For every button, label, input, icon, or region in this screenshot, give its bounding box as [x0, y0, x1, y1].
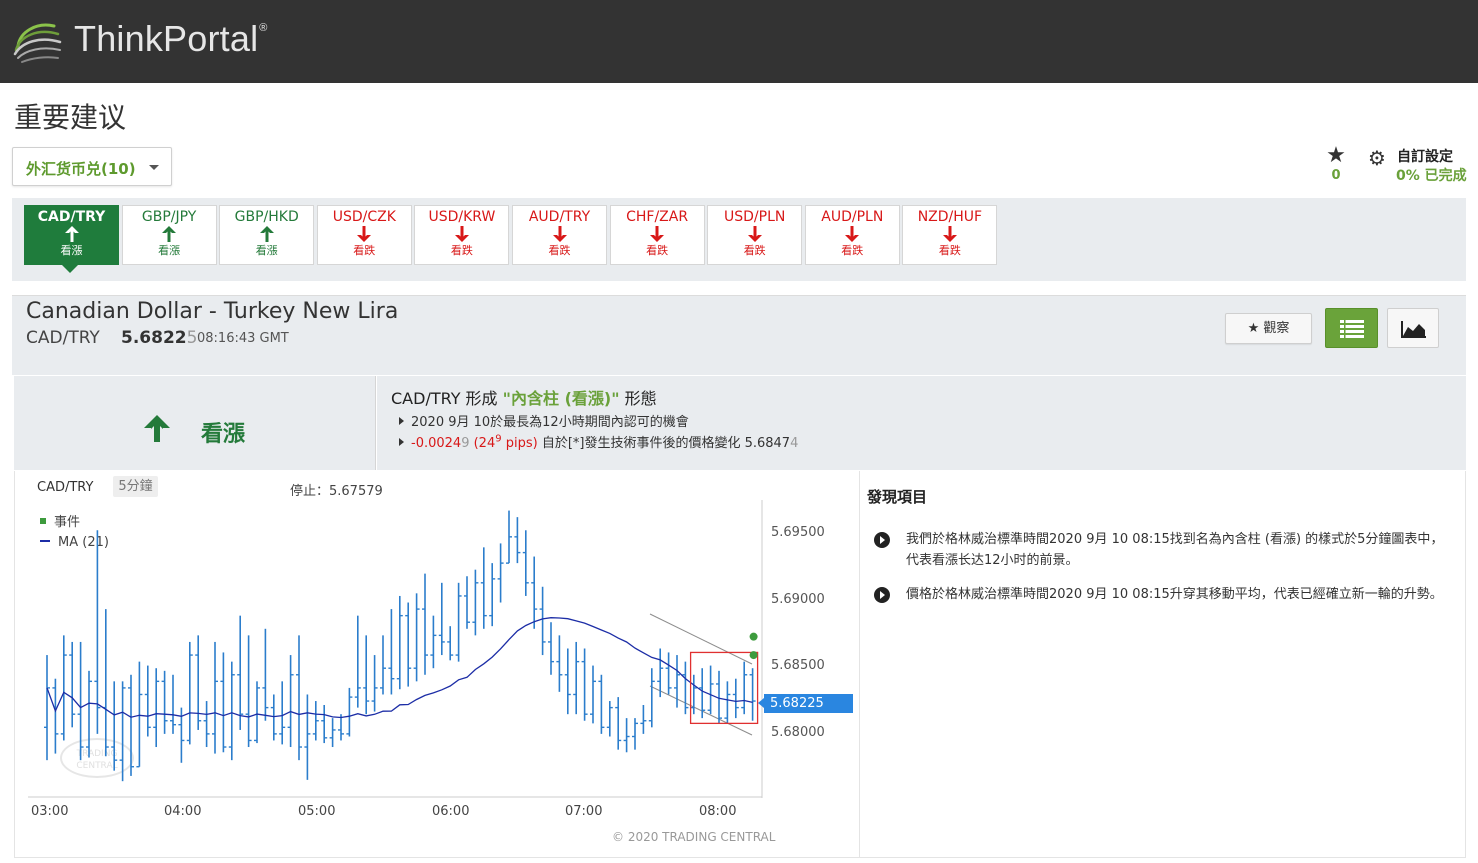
down-arrow-icon	[903, 226, 996, 242]
tab-direction: 看跌	[646, 244, 669, 257]
gear-icon: ⚙	[1368, 146, 1386, 170]
chart-copyright: © 2020 TRADING CENTRAL	[612, 830, 776, 844]
tab-usd-krw[interactable]: USD/KRW 看跌	[414, 205, 510, 265]
list-icon	[1340, 320, 1364, 338]
x-tick-label: 06:00	[432, 804, 470, 819]
tab-direction: 看跌	[938, 244, 961, 257]
tab-pair: CAD/TRY	[37, 209, 106, 225]
y-tick-label: 5.68000	[771, 725, 825, 740]
chart-view-button[interactable]	[1387, 308, 1439, 348]
tab-pair: CHF/ZAR	[626, 209, 689, 225]
tab-gbp-hkd[interactable]: GBP/HKD 看漲	[219, 205, 315, 265]
arrow-circle-icon	[874, 587, 890, 603]
instrument-symbol: CAD/TRY	[26, 328, 100, 348]
watermark: TRADING CENTRAL	[60, 738, 134, 778]
up-arrow-icon	[220, 226, 313, 242]
tab-aud-pln[interactable]: AUD/PLN 看跌	[804, 205, 900, 265]
x-tick-label: 03:00	[31, 804, 69, 819]
watch-label: 觀察	[1263, 321, 1290, 336]
tab-pair: USD/KRW	[428, 209, 496, 225]
tab-pair: NZD/HUF	[917, 209, 983, 225]
up-arrow-icon	[25, 226, 118, 242]
x-tick-label: 04:00	[164, 804, 202, 819]
up-arrow-icon	[123, 226, 216, 242]
page-title: 重要建议	[14, 101, 127, 134]
tab-pair: AUD/TRY	[528, 209, 591, 225]
tab-direction: 看漲	[255, 244, 278, 257]
favorites-count: 0	[1331, 168, 1341, 183]
down-arrow-icon	[806, 226, 899, 242]
area-chart-icon	[1401, 321, 1426, 338]
star-icon: ★	[1247, 321, 1260, 336]
tab-direction: 看跌	[548, 244, 571, 257]
arrow-circle-icon	[874, 532, 890, 548]
y-tick-label: 5.69000	[771, 592, 825, 607]
findings-title: 發現項目	[867, 488, 928, 506]
tab-usd-czk[interactable]: USD/CZK 看跌	[316, 205, 412, 265]
tab-usd-pln[interactable]: USD/PLN 看跌	[707, 205, 803, 265]
list-view-button[interactable]	[1325, 308, 1378, 348]
y-tick-label: 5.69500	[771, 525, 825, 540]
tab-nzd-huf[interactable]: NZD/HUF 看跌	[902, 205, 998, 265]
swirl-logo-icon[interactable]	[10, 12, 68, 70]
signal-bullet-change: -0.00249 (249 pips) 自於[*]發生技術事件後的價格變化 5.…	[399, 432, 798, 451]
down-arrow-icon	[415, 226, 508, 242]
tab-pair: AUD/PLN	[821, 209, 884, 225]
tab-direction: 看跌	[743, 244, 766, 257]
star-icon: ★	[1326, 143, 1346, 168]
chart-stop-level: 停止：5.67579	[290, 484, 383, 499]
market-dropdown[interactable]: 外汇货币兑(10)	[12, 147, 172, 186]
legend-event: 事件	[40, 511, 80, 530]
tab-cad-try[interactable]: CAD/TRY 看漲	[24, 205, 119, 265]
signal-summary	[14, 376, 376, 470]
tab-aud-try[interactable]: AUD/TRY 看跌	[512, 205, 607, 265]
tab-gbp-jpy[interactable]: GBP/JPY 看漲	[121, 205, 217, 265]
tab-direction: 看跌	[450, 244, 473, 257]
down-arrow-icon	[611, 226, 704, 242]
instrument-price: 5.68225	[121, 328, 198, 348]
chart-symbol: CAD/TRY	[37, 480, 94, 495]
tab-pair: GBP/HKD	[234, 209, 299, 225]
favorites-counter[interactable]: ★ 0	[1324, 143, 1348, 184]
y-tick-label: 5.68500	[771, 658, 825, 673]
brand-name[interactable]: ThinkPortal®	[74, 18, 268, 60]
top-bar: ThinkPortal®	[0, 0, 1478, 83]
settings-label: 自訂設定	[1397, 149, 1453, 165]
signal-title: CAD/TRY 形成 "內含柱 (看漲)" 形態	[391, 389, 657, 408]
x-tick-label: 07:00	[565, 804, 603, 819]
down-arrow-icon	[513, 226, 606, 242]
settings-progress: 0% 已完成	[1396, 168, 1467, 184]
x-tick-label: 08:00	[699, 804, 737, 819]
instrument-time: 08:16:43 GMT	[197, 331, 289, 346]
current-price-tag: 5.68225	[758, 694, 853, 713]
tab-pair: USD/CZK	[332, 209, 396, 225]
chevron-down-icon	[149, 165, 159, 170]
tab-chf-zar[interactable]: CHF/ZAR 看跌	[609, 205, 705, 265]
tab-direction: 看漲	[158, 244, 181, 257]
x-tick-label: 05:00	[298, 804, 336, 819]
dropdown-label: 外汇货币兑(10)	[26, 160, 136, 178]
instrument-name: Canadian Dollar - Turkey New Lira	[26, 299, 399, 324]
legend-ma: MA (21)	[40, 535, 109, 550]
up-arrow-icon	[144, 415, 170, 442]
signal-direction: 看漲	[201, 422, 246, 447]
signal-bullet-validity: 2020 9月 10於最長為12小時期間內認可的機會	[399, 411, 689, 430]
down-arrow-icon	[708, 226, 801, 242]
tab-direction: 看跌	[353, 244, 376, 257]
active-tab-pointer	[61, 264, 79, 273]
tab-direction: 看跌	[841, 244, 864, 257]
chart-timeframe[interactable]: 5分鐘	[113, 476, 158, 497]
down-arrow-icon	[318, 226, 411, 242]
tab-pair: USD/PLN	[724, 209, 786, 225]
watch-button[interactable]: ★ 觀察	[1225, 313, 1312, 344]
tab-direction: 看漲	[60, 244, 83, 257]
chart-panel	[14, 471, 859, 858]
tab-pair: GBP/JPY	[141, 209, 197, 225]
